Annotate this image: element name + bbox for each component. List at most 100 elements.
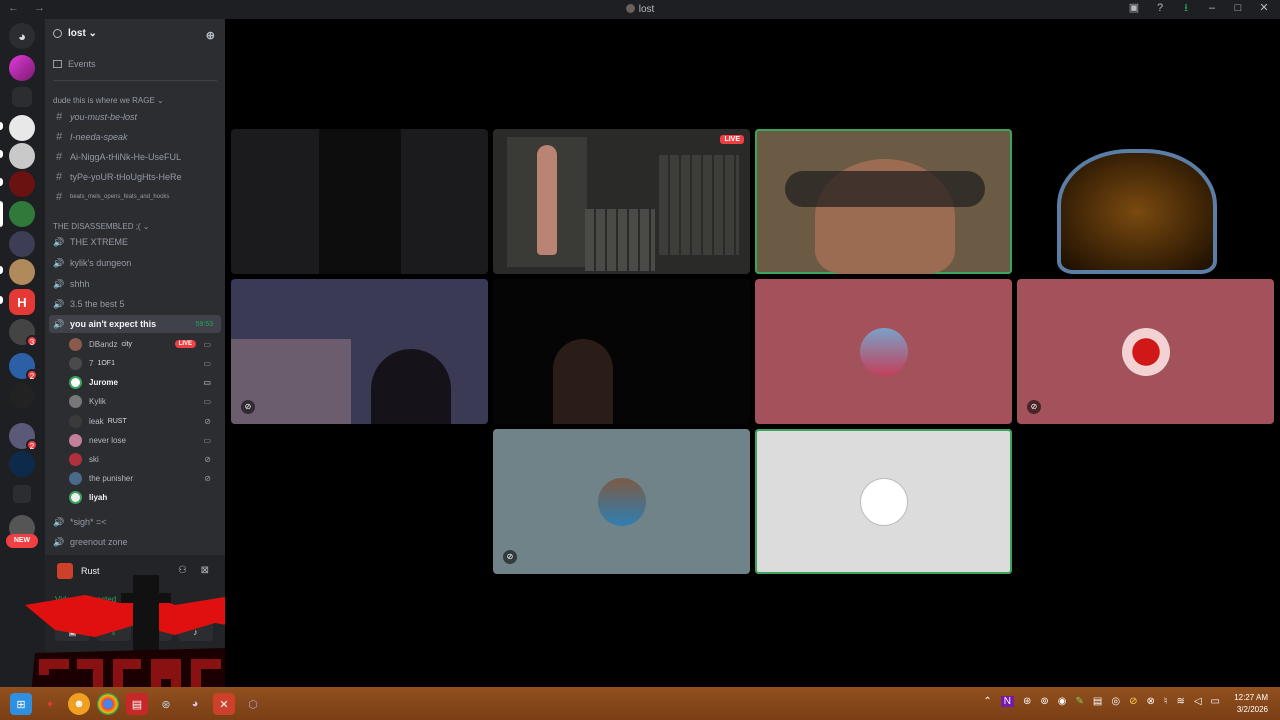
video-icon: ▭ [203,339,211,349]
avatar [69,490,82,504]
server-icon[interactable] [9,143,35,169]
app-icon[interactable]: ✦ [39,693,61,715]
category-header[interactable]: dude this is where we RAGE ⌄ [53,96,164,105]
category-header[interactable]: THE DISASSEMBLED ;( ⌄ [53,222,150,231]
video-tile[interactable] [231,129,488,274]
server-icon[interactable] [9,171,35,197]
server-header[interactable]: lost ⌄ ⊕ [45,19,225,47]
new-badge: NEW [6,534,38,548]
server-icon[interactable]: 2 [9,423,38,451]
server-icon[interactable] [9,383,35,409]
activity-row[interactable]: Rust [57,563,100,579]
discord-home-icon[interactable]: ◕ [9,23,35,49]
voice-channel[interactable]: 🔊 shhh [53,275,221,293]
folder-icon[interactable] [12,87,32,107]
voice-member[interactable]: the punisher ⊘ [69,469,219,487]
voice-member[interactable]: ski ⊘ [69,450,219,468]
camera-button[interactable]: ▣ [55,623,90,641]
server-icon[interactable]: 2 [9,353,38,381]
app-icon[interactable]: ⬡ [242,693,264,715]
text-channel[interactable]: # Ai-NiggA-tHiNk-He-UseFUL [53,148,221,166]
download-icon[interactable]: ⭳ [1180,2,1192,14]
tray-chevron-icon[interactable]: ⌃ [983,696,991,707]
text-channel[interactable]: # beats_mels_opens_feats_and_hooks [53,188,221,206]
voice-channel[interactable]: 🔊 THE XTREME [53,233,221,251]
mic-icon[interactable]: ♮ [1164,696,1168,707]
screenshare-button[interactable]: ⇪ [96,623,131,641]
tray-app-icon[interactable]: ⊗ [1146,696,1154,707]
mention-badge: 3 [26,335,38,347]
voice-channel[interactable]: 🔊 greenout zone [53,533,221,551]
activity-close-icon[interactable]: ⊠ [201,565,209,576]
video-tile[interactable] [1017,129,1274,274]
tray-app-icon[interactable]: ⊛ [1023,696,1031,707]
video-tile[interactable] [755,129,1012,274]
voice-channel[interactable]: 🔊 kylik's dungeon [53,254,221,272]
server-icon[interactable] [9,201,35,227]
server-icon[interactable]: 3 [9,319,38,347]
voice-member[interactable]: liyah [69,488,219,506]
inbox-icon[interactable]: ▣ [1128,2,1140,14]
voice-member[interactable]: Jurome ▭ [69,373,219,391]
server-name: lost ⌄ [68,27,97,39]
voice-channel[interactable]: 🔊 *sigh* =< [53,513,221,531]
stream-tile[interactable]: LIVE [493,129,750,274]
app-icon[interactable]: ▤ [126,693,148,715]
tray-app-icon[interactable]: ✎ [1076,696,1084,707]
chrome-icon[interactable] [97,693,119,715]
speaker-icon: 🔊 [53,318,65,329]
tray-app-icon[interactable]: ▤ [1093,696,1102,707]
voice-member[interactable]: 7 1OF1 ▭ [69,354,219,372]
app-icon[interactable]: ☻ [68,693,90,715]
minimize-icon[interactable]: – [1206,2,1218,14]
voice-member[interactable]: leak RUST ⊘ [69,412,219,430]
activity-users-icon[interactable]: ⚇ [178,565,187,576]
server-icon-h[interactable]: H [9,289,35,315]
system-clock[interactable]: 12:27 AM 3/2/2026 [1234,692,1268,716]
steam-icon[interactable]: ⊛ [155,693,177,715]
server-icon[interactable] [9,231,35,257]
onenote-icon[interactable]: N [1000,696,1014,707]
invite-icon[interactable]: ⊕ [206,29,215,42]
video-tile[interactable] [755,429,1012,574]
server-icon[interactable] [9,55,35,81]
voice-member[interactable]: Kylik ▭ [69,392,219,410]
text-channel[interactable]: # I-needa-speak [53,128,221,146]
video-tile[interactable]: ⊘ [231,279,488,424]
folder-icon[interactable] [13,485,31,503]
voice-member[interactable]: never lose ▭ [69,431,219,449]
server-icon[interactable] [9,259,35,285]
start-icon[interactable]: ⊞ [10,693,32,715]
maximize-icon[interactable]: □ [1232,2,1244,14]
text-channel[interactable]: # tyPe-yoUR-tHoUgHts-HeRe [53,168,221,186]
help-icon[interactable]: ? [1154,2,1166,14]
server-icon[interactable] [9,115,35,141]
discord-icon[interactable]: ◕ [184,693,206,715]
rust-icon[interactable]: ✕ [213,693,235,715]
activities-button[interactable]: ✦ [137,623,172,641]
active-voice-channel[interactable]: 🔊 you ain't expect this 59:53 [49,315,221,333]
soundboard-button[interactable]: ♪ [178,623,213,641]
battery-icon[interactable]: ▭ [1211,696,1220,707]
tray-app-icon[interactable]: ◎ [1111,696,1120,707]
voice-member[interactable]: DBandz city LIVE ▭ [69,335,219,353]
wifi-icon[interactable]: ≋ [1176,696,1184,707]
mic-muted-icon: ⊘ [204,473,211,483]
video-tile[interactable]: ⊘ [493,429,750,574]
video-tile[interactable] [493,279,750,424]
video-tile[interactable] [755,279,1012,424]
tray-app-icon[interactable]: ⊘ [1129,696,1137,707]
tray-app-icon[interactable]: ◉ [1058,696,1067,707]
events-item[interactable]: Events [53,59,96,69]
text-channel[interactable]: # you-must-be-lost [53,108,221,126]
server-icon[interactable] [9,451,35,477]
voice-channel[interactable]: 🔊 3.5 the best 5 [53,295,221,313]
member-tag: RUST [107,417,127,425]
user-avatar[interactable] [55,659,75,679]
video-tile[interactable]: ⊘ [1017,279,1274,424]
close-icon[interactable]: ✕ [1258,2,1270,14]
character-figure [537,145,557,255]
live-badge: LIVE [174,340,196,348]
volume-icon[interactable]: ◁ [1194,696,1202,707]
steam-tray-icon[interactable]: ⊚ [1040,696,1048,707]
